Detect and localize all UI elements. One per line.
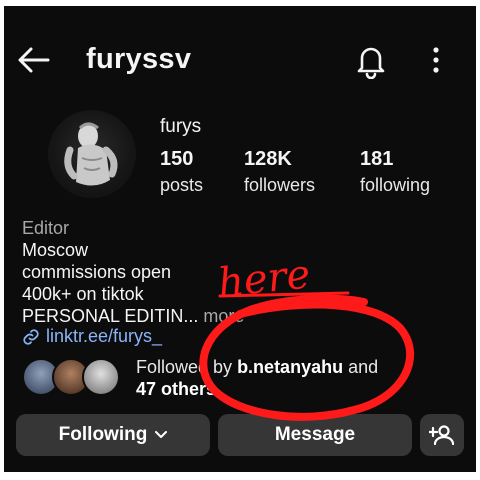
- annotation-circle: [199, 291, 414, 421]
- profile-screen: furyssv furys 150 posts 128K followers 1…: [4, 6, 476, 472]
